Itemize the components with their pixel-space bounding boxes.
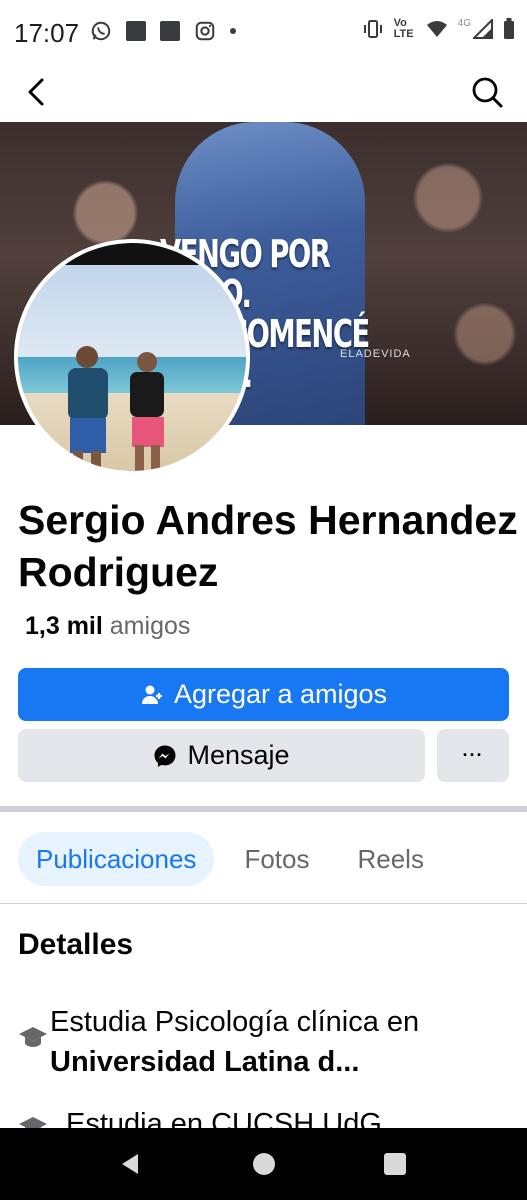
detail-prefix: Estudia en CUCSH UdG: [66, 1108, 382, 1128]
profile-name: Sergio Andres Hernandez Rodriguez: [18, 497, 518, 595]
friends-count-value: 1,3 mil: [25, 612, 103, 640]
details-title: Detalles: [18, 928, 134, 961]
tab-reels[interactable]: Reels: [339, 832, 441, 886]
top-app-bar: [0, 62, 527, 122]
status-time: 17:07: [14, 18, 80, 48]
detail-prefix: Estudia Psicología clínica en: [50, 1006, 420, 1038]
nav-recent-apps-icon[interactable]: [384, 1153, 406, 1175]
add-friend-icon: [140, 683, 164, 707]
add-friend-button[interactable]: Agregar a amigos: [18, 668, 509, 721]
more-notifications-dot: [230, 28, 236, 34]
detail-text: Estudia Psicología clínica en Universida…: [50, 1002, 508, 1082]
more-options-icon: ···: [462, 745, 484, 765]
status-bar: 17:07 Vo LTE 4G: [0, 0, 527, 62]
person-figure: [130, 352, 164, 471]
message-button[interactable]: Mensaje: [18, 729, 425, 782]
person-figure: [68, 346, 108, 471]
wifi-icon: [426, 21, 447, 37]
nav-back-icon[interactable]: [118, 1152, 142, 1176]
tab-fotos[interactable]: Fotos: [226, 832, 327, 886]
notification-app-icon: [160, 21, 180, 41]
vibrate-icon: [363, 20, 382, 38]
friends-count-label: amigos: [109, 612, 191, 640]
tabs-divider: [0, 903, 527, 904]
notification-icons: [90, 20, 236, 42]
search-icon[interactable]: [469, 74, 505, 110]
more-options-button[interactable]: ···: [437, 729, 509, 782]
profile-tabs: Publicaciones Fotos Reels: [18, 832, 442, 886]
detail-item-education[interactable]: Estudia en CUCSH UdG: [18, 1100, 508, 1128]
detail-text: Estudia en CUCSH UdG: [66, 1104, 382, 1128]
nav-home-icon[interactable]: [253, 1153, 275, 1175]
signal-icon: [473, 19, 493, 39]
battery-icon: [504, 18, 514, 39]
detail-item-education[interactable]: Estudia Psicología clínica en Universida…: [18, 1002, 508, 1082]
graduation-cap-icon: [18, 1100, 66, 1128]
system-icons: Vo LTE 4G: [362, 18, 515, 40]
network-type-label: 4G: [457, 17, 471, 29]
section-divider: [0, 806, 527, 812]
friends-count[interactable]: 1,3 mil amigos: [25, 612, 190, 641]
photo-top-band: [18, 243, 246, 265]
whatsapp-icon: [91, 21, 111, 41]
volte-label: Vo LTE: [393, 17, 414, 40]
cover-watermark: ELADEVIDA: [340, 348, 411, 360]
tab-publicaciones[interactable]: Publicaciones: [18, 832, 215, 886]
add-friend-label: Agregar a amigos: [173, 679, 388, 709]
back-arrow-icon[interactable]: [20, 74, 56, 110]
message-label: Mensaje: [187, 740, 290, 770]
graduation-cap-icon: [18, 1002, 50, 1082]
profile-picture[interactable]: [14, 239, 250, 475]
messenger-icon: [153, 744, 177, 768]
instagram-icon: [195, 21, 215, 41]
detail-school-link[interactable]: Universidad Latina d...: [50, 1046, 359, 1078]
system-navigation-bar: [0, 1128, 527, 1200]
notification-app-icon: [126, 21, 146, 41]
